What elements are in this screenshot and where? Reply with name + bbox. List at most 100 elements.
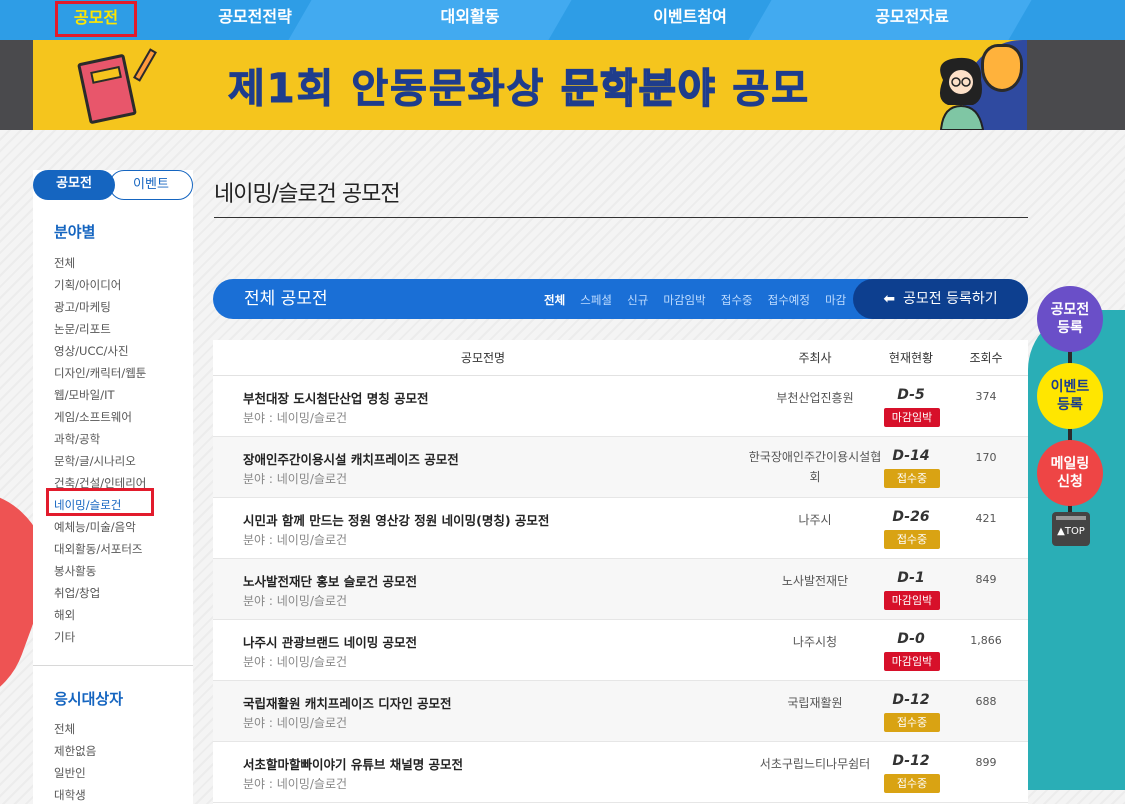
row-dday: D-12 <box>892 692 930 708</box>
nav-item-activities[interactable]: 대외활동 <box>410 0 530 40</box>
sidebar-item-planning[interactable]: 기획/아이디어 <box>54 274 146 296</box>
filter-special[interactable]: 스페셜 <box>580 293 612 307</box>
title-divider <box>214 217 1028 218</box>
section-title-target: 응시대상자 <box>54 690 124 708</box>
nav-item-strategy[interactable]: 공모전전략 <box>195 0 315 40</box>
row-field: 분야 : 네이밍/슬로건 <box>243 716 348 730</box>
sidebar: 이벤트 공모전 분야별 전체 기획/아이디어 광고/마케팅 논문/리포트 영상/… <box>33 170 193 804</box>
sidebar-item-all[interactable]: 전체 <box>54 252 146 274</box>
banner-area: 제1회 안동문화상 문학분야 공모 <box>0 40 1125 130</box>
sidebar-item-web[interactable]: 웹/모바일/IT <box>54 384 146 406</box>
table-row[interactable]: 서초할마할빠이야기 유튜브 채널명 공모전 분야 : 네이밍/슬로건 서초구립느… <box>213 742 1028 803</box>
arrow-left-icon: ⬅ <box>883 291 896 307</box>
filter-all[interactable]: 전체 <box>544 293 565 307</box>
event-register-float-button[interactable]: 이벤트 등록 <box>1037 363 1103 429</box>
row-org: 노사발전재단 <box>781 574 849 588</box>
header-org: 주최사 <box>798 351 832 365</box>
scroll-top-button[interactable]: ▲TOP <box>1052 512 1090 546</box>
banner-title-part3: 공모 <box>716 66 811 113</box>
table-row[interactable]: 노사발전재단 홍보 슬로건 공모전 분야 : 네이밍/슬로건 노사발전재단 D-… <box>213 559 1028 620</box>
status-badge: 마감임박 <box>884 591 940 610</box>
row-field: 분야 : 네이밍/슬로건 <box>243 777 348 791</box>
row-dday: D-26 <box>892 509 930 525</box>
row-field: 분야 : 네이밍/슬로건 <box>243 472 348 486</box>
filter-upcoming[interactable]: 접수예정 <box>768 293 810 307</box>
target-item-general[interactable]: 일반인 <box>54 762 96 784</box>
row-title[interactable]: 시민과 함께 만드는 정원 영산강 정원 네이밍(명칭) 공모전 <box>243 510 549 529</box>
filter-new[interactable]: 신규 <box>627 293 648 307</box>
row-field: 분야 : 네이밍/슬로건 <box>243 655 348 669</box>
sidebar-divider <box>33 665 193 666</box>
sidebar-item-literature[interactable]: 문학/글/시나리오 <box>54 450 146 472</box>
banner-title-highlight: 문학분야 <box>560 65 717 113</box>
header-views: 조회수 <box>969 351 1003 365</box>
target-item-unlimited[interactable]: 제한없음 <box>54 740 96 762</box>
tab-event[interactable]: 이벤트 <box>109 170 193 200</box>
status-badge: 접수중 <box>884 774 940 793</box>
row-dday: D-5 <box>897 387 925 403</box>
row-org: 국립재활원 <box>787 696 843 710</box>
sidebar-item-video[interactable]: 영상/UCC/사진 <box>54 340 146 362</box>
mailing-float-button[interactable]: 메일링 신청 <box>1037 440 1103 506</box>
sidebar-item-arts[interactable]: 예체능/미술/음악 <box>54 516 146 538</box>
section-title-field: 분야별 <box>54 223 96 241</box>
mask-illustration <box>981 44 1023 92</box>
row-title[interactable]: 부천대장 도시첨단산업 명칭 공모전 <box>243 388 429 407</box>
target-list: 전체 제한없음 일반인 대학생 <box>54 718 96 804</box>
tab-contest[interactable]: 공모전 <box>33 170 115 200</box>
register-float-button[interactable]: 공모전 등록 <box>1037 286 1103 352</box>
register-contest-button[interactable]: ⬅ 공모전 등록하기 <box>853 279 1028 319</box>
filter-tabs: 전체 스페셜 신규 마감임박 접수중 접수예정 마감 <box>544 279 856 319</box>
nav-item-resources[interactable]: 공모전자료 <box>852 0 972 40</box>
row-org: 한국장애인주간이용시설협회 <box>748 450 882 484</box>
sidebar-item-overseas[interactable]: 해외 <box>54 604 146 626</box>
sidebar-tabs: 이벤트 공모전 <box>33 170 193 200</box>
table-row[interactable]: 부천대장 도시첨단산업 명칭 공모전 분야 : 네이밍/슬로건 부천산업진흥원 … <box>213 376 1028 437</box>
contest-table: 공모전명 주최사 현재현황 조회수 부천대장 도시첨단산업 명칭 공모전 분야 … <box>213 340 1028 804</box>
table-row[interactable]: 국립재활원 캐치프레이즈 디자인 공모전 분야 : 네이밍/슬로건 국립재활원 … <box>213 681 1028 742</box>
list-title: 전체 공모전 <box>244 289 328 309</box>
status-badge: 마감임박 <box>884 408 940 427</box>
sidebar-item-game[interactable]: 게임/소프트웨어 <box>54 406 146 428</box>
row-title[interactable]: 나주시 관광브랜드 네이밍 공모전 <box>243 632 417 651</box>
target-item-university[interactable]: 대학생 <box>54 784 96 804</box>
filter-closing[interactable]: 마감임박 <box>663 293 705 307</box>
pencil-illustration <box>133 48 157 82</box>
table-row[interactable]: 시민과 함께 만드는 정원 영산강 정원 네이밍(명칭) 공모전 분야 : 네이… <box>213 498 1028 559</box>
target-item-all[interactable]: 전체 <box>54 718 96 740</box>
sidebar-item-design[interactable]: 디자인/캐릭터/웹툰 <box>54 362 146 384</box>
sidebar-item-thesis[interactable]: 논문/리포트 <box>54 318 146 340</box>
sidebar-item-job[interactable]: 취업/창업 <box>54 582 146 604</box>
row-views: 899 <box>975 756 997 769</box>
sidebar-item-etc[interactable]: 기타 <box>54 626 146 648</box>
sidebar-item-science[interactable]: 과학/공학 <box>54 428 146 450</box>
nav-item-contest[interactable]: 공모전 <box>55 1 137 37</box>
row-title[interactable]: 국립재활원 캐치프레이즈 디자인 공모전 <box>243 693 452 712</box>
table-row[interactable]: 장애인주간이용시설 캐치프레이즈 공모전 분야 : 네이밍/슬로건 한국장애인주… <box>213 437 1028 498</box>
row-views: 849 <box>975 573 997 586</box>
row-title[interactable]: 노사발전재단 홍보 슬로건 공모전 <box>243 571 417 590</box>
table-header: 공모전명 주최사 현재현황 조회수 <box>213 340 1028 376</box>
banner-title: 제1회 안동문화상 문학분야 공모 <box>227 56 811 114</box>
category-list: 전체 기획/아이디어 광고/마케팅 논문/리포트 영상/UCC/사진 디자인/캐… <box>54 252 146 648</box>
filter-open[interactable]: 접수중 <box>721 293 753 307</box>
row-dday: D-1 <box>897 570 925 586</box>
filter-closed[interactable]: 마감 <box>825 293 846 307</box>
row-title[interactable]: 장애인주간이용시설 캐치프레이즈 공모전 <box>243 449 459 468</box>
table-row[interactable]: 나주시 관광브랜드 네이밍 공모전 분야 : 네이밍/슬로건 나주시청 D-0 … <box>213 620 1028 681</box>
row-dday: D-0 <box>897 631 925 647</box>
sidebar-item-volunteer[interactable]: 봉사활동 <box>54 560 146 582</box>
selection-highlight <box>46 488 154 516</box>
header-status: 현재현황 <box>888 351 934 365</box>
row-title[interactable]: 서초할마할빠이야기 유튜브 채널명 공모전 <box>243 754 463 773</box>
status-badge: 접수중 <box>884 530 940 549</box>
book-illustration <box>77 53 137 125</box>
row-views: 421 <box>975 512 997 525</box>
sidebar-item-external[interactable]: 대외활동/서포터즈 <box>54 538 146 560</box>
promo-banner[interactable]: 제1회 안동문화상 문학분야 공모 <box>33 40 1027 130</box>
row-dday: D-14 <box>892 448 930 464</box>
sidebar-item-ad[interactable]: 광고/마케팅 <box>54 296 146 318</box>
nav-item-events[interactable]: 이벤트참여 <box>630 0 750 40</box>
row-org: 나주시청 <box>792 635 838 649</box>
header-title: 공모전명 <box>460 351 506 365</box>
